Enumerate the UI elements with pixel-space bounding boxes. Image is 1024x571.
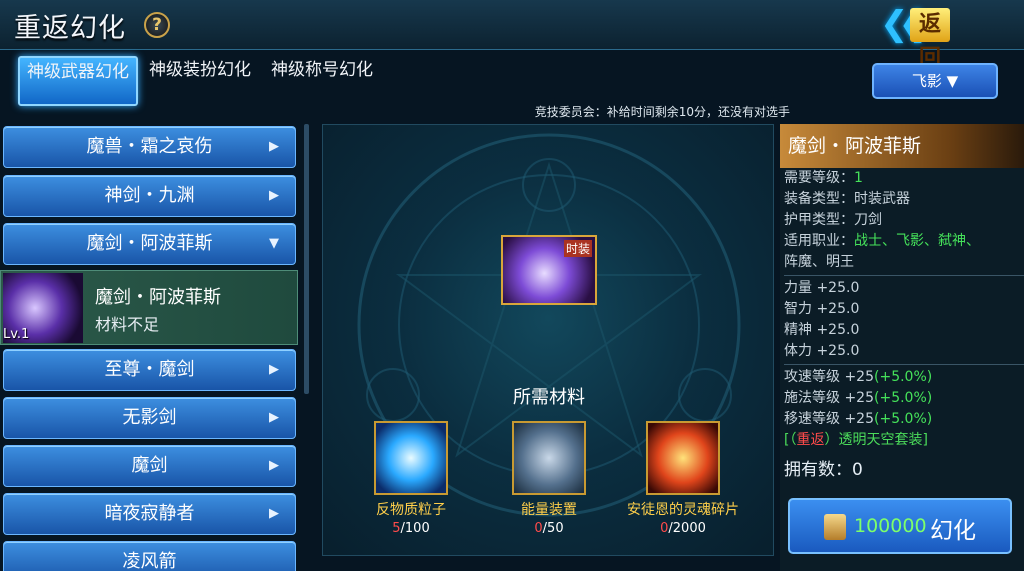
back-label: 返回 [910, 8, 950, 71]
selected-weapon-name: 魔剑・阿波菲斯 [95, 287, 221, 308]
transmog-button[interactable]: 100000 幻化 [788, 498, 1012, 554]
list-item[interactable]: 凌风箭 [3, 541, 296, 571]
costume-badge: 时装 [563, 240, 592, 257]
weapon-preview-icon[interactable]: 时装 [501, 235, 597, 305]
chevron-down-icon: ▼ [946, 72, 959, 90]
list-scrollbar[interactable] [304, 124, 309, 394]
weapon-list: 魔兽・霜之哀伤 ▶ 神剑・九渊 ▶ 魔剑・阿波菲斯 ▼ Lv.1 魔剑・阿波菲斯 材料… [0, 124, 304, 571]
list-item-label: 至尊・魔剑 [104, 359, 195, 380]
owned-count: 拥有数：0 [784, 460, 863, 480]
material-slot[interactable]: 能量装置 0/50 [489, 421, 609, 536]
chevron-right-icon: ▶ [269, 458, 279, 473]
item-detail-panel: 魔剑・阿波菲斯 需要等级：1 装备类型：时装武器 护甲类型：刀剑 适用职业：战士… [780, 124, 1024, 571]
armor-type-row: 护甲类型：刀剑 [784, 212, 882, 228]
announcement-ticker: 竞技委员会：补给时间剩余10分，还没有对选手 [534, 105, 790, 119]
bonus-row: 移速等级 +25(+5.0%) [784, 411, 933, 427]
chevron-right-icon: ▶ [269, 506, 279, 521]
chevron-right-icon: ▶ [269, 188, 279, 203]
material-count: 0/50 [534, 521, 564, 536]
item-detail-body: 需要等级：1 装备类型：时装武器 护甲类型：刀剑 适用职业：战士、飞影、弑神、 … [780, 168, 1024, 480]
energy-canister-icon [512, 421, 586, 495]
tab-title[interactable]: 神级称号幻化 [262, 56, 382, 106]
class-dropdown-value: 飞影 [911, 72, 942, 90]
selected-weapon-entry[interactable]: Lv.1 魔剑・阿波菲斯 材料不足 [0, 270, 298, 345]
stat-row: 体力 +25.0 [784, 343, 860, 359]
class-row: 适用职业：战士、飞影、弑神、 [784, 233, 980, 249]
transmog-preview-panel: 时装 所需材料 反物质粒子 5/100 能量装置 0/50 安徒恩的灵魂碎片 0… [322, 124, 774, 556]
chevron-right-icon: ▶ [269, 139, 279, 154]
bonus-row: 施法等级 +25(+5.0%) [784, 390, 933, 406]
list-item-label: 魔兽・霜之哀伤 [86, 136, 213, 157]
material-name: 反物质粒子 [376, 502, 446, 518]
equip-type-row: 装备类型：时装武器 [784, 191, 910, 207]
list-item[interactable]: 魔兽・霜之哀伤 ▶ [3, 126, 296, 168]
required-level-row: 需要等级：1 [784, 170, 863, 186]
soul-fragment-icon [646, 421, 720, 495]
top-bar: 重返幻化 ? ❮❮ 返回 [0, 0, 1024, 71]
help-icon[interactable]: ? [144, 12, 170, 38]
tab-weapon[interactable]: 神级武器幻化 [18, 56, 138, 106]
chevron-right-icon: ▶ [269, 362, 279, 377]
chevron-down-icon: ▼ [269, 236, 279, 251]
list-item-label: 神剑・九渊 [104, 185, 195, 206]
material-slot[interactable]: 反物质粒子 5/100 [351, 421, 471, 536]
class-row-continued: 阵魔、明王 [784, 254, 854, 270]
chevron-right-icon: ▶ [269, 410, 279, 425]
material-name: 安徒恩的灵魂碎片 [627, 502, 739, 518]
scroll-currency-icon [824, 514, 846, 540]
transmog-button-label: 幻化 [930, 518, 976, 544]
selected-weapon-status: 材料不足 [95, 315, 160, 334]
list-item-label: 凌风箭 [122, 551, 177, 571]
stat-row: 精神 +25.0 [784, 322, 860, 338]
material-name: 能量装置 [521, 502, 577, 518]
crystal-shard-icon [374, 421, 448, 495]
tab-costume[interactable]: 神级装扮幻化 [140, 56, 260, 106]
list-item[interactable]: 无影剑 ▶ [3, 397, 296, 439]
divider [784, 364, 1024, 365]
page-title: 重返幻化 [14, 13, 126, 44]
item-detail-name: 魔剑・阿波菲斯 [780, 124, 1024, 168]
materials-title: 所需材料 [513, 387, 585, 408]
list-item[interactable]: 魔剑 ▶ [3, 445, 296, 487]
stat-row: 智力 +25.0 [784, 301, 860, 317]
list-item[interactable]: 神剑・九渊 ▶ [3, 175, 296, 217]
list-item[interactable]: 暗夜寂静者 ▶ [3, 493, 296, 535]
bonus-row: 攻速等级 +25(+5.0%) [784, 369, 933, 385]
material-slot[interactable]: 安徒恩的灵魂碎片 0/2000 [623, 421, 743, 536]
list-item[interactable]: 魔剑・阿波菲斯 ▼ [3, 223, 296, 265]
weapon-level: Lv.1 [3, 327, 30, 342]
list-item[interactable]: 至尊・魔剑 ▶ [3, 349, 296, 391]
back-button[interactable]: ❮❮ 返回 [880, 2, 950, 71]
transmog-cost: 100000 [854, 515, 927, 537]
material-count: 0/2000 [660, 521, 706, 536]
list-item-label: 无影剑 [122, 407, 177, 428]
class-dropdown[interactable]: 飞影 ▼ [872, 63, 998, 99]
list-item-label: 魔剑・阿波菲斯 [86, 233, 213, 254]
material-count: 5/100 [392, 521, 430, 536]
list-item-label: 魔剑 [131, 455, 168, 476]
set-name: [（重返）透明天空套装] [784, 432, 928, 448]
list-item-label: 暗夜寂静者 [104, 503, 195, 524]
divider [784, 275, 1024, 276]
stat-row: 力量 +25.0 [784, 280, 860, 296]
